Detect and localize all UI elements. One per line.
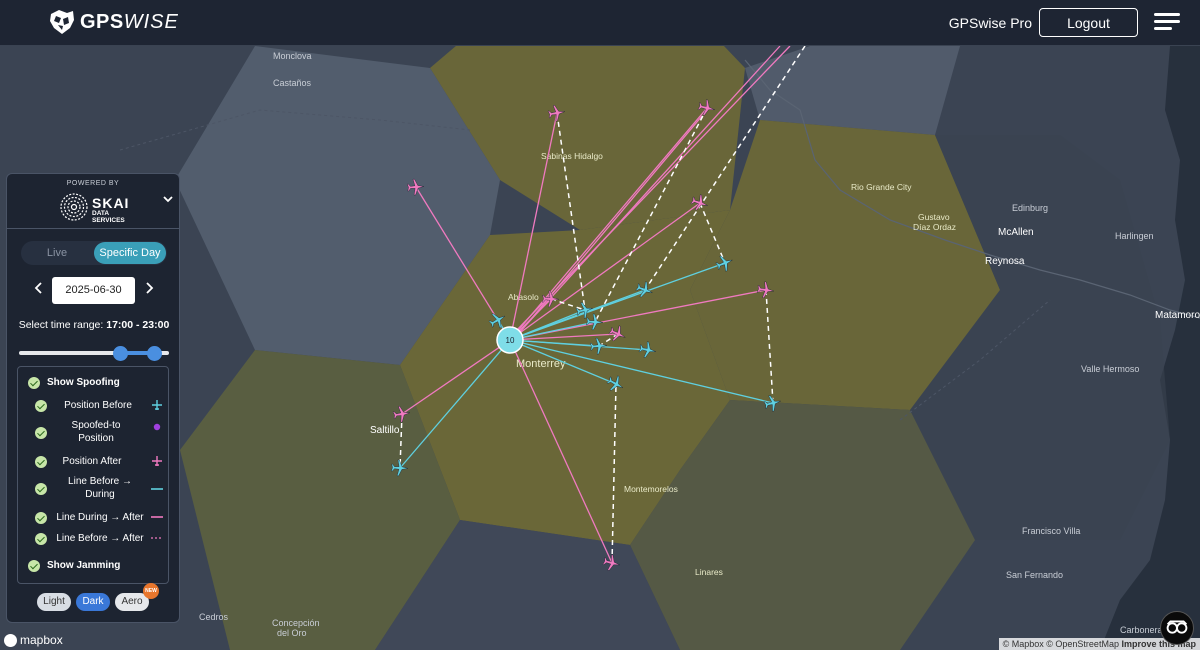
plane-before-icon: [152, 400, 162, 410]
chevron-right-icon[interactable]: [144, 282, 154, 294]
legend-box: Show Spoofing Position Before Spoofed-to…: [17, 366, 169, 584]
show-jamming-label: Show Jamming: [47, 560, 121, 571]
city-francisco-villa: Francisco Villa: [1022, 526, 1080, 536]
spoofed-dot-icon: [153, 423, 161, 431]
city-concepcion-2: del Oro: [277, 628, 307, 638]
city-san-fernando: San Fernando: [1006, 570, 1063, 580]
line-before-after-label: Line Before → After: [56, 533, 144, 544]
plane-after-icon: [152, 456, 162, 466]
cluster-marker[interactable]: 10: [496, 326, 524, 354]
mode-specific-day-tab[interactable]: Specific Day: [94, 242, 166, 264]
position-after-checkbox[interactable]: [35, 456, 47, 468]
position-before-checkbox[interactable]: [35, 400, 47, 412]
line-during-after-label: Line During → After: [56, 512, 144, 523]
city-castanos: Castaños: [273, 78, 312, 88]
brand-name: GPSWISE: [80, 11, 179, 34]
city-reynosa: Reynosa: [985, 256, 1025, 267]
mapbox-logo-icon: [4, 633, 17, 647]
city-concepcion: Concepción: [272, 618, 320, 628]
date-input[interactable]: 2025-06-30: [52, 277, 135, 304]
chevron-left-icon[interactable]: [34, 282, 44, 294]
position-after-label: Position After: [62, 456, 122, 467]
mode-live-tab[interactable]: Live: [21, 241, 93, 265]
gpswise-logo-icon: [50, 10, 74, 34]
line-dashed-icon: [151, 537, 163, 539]
skai-subtitle: DATA SERVICES: [92, 210, 125, 224]
theme-light-button[interactable]: Light: [37, 593, 71, 611]
city-abasolo: Abasolo: [508, 292, 539, 302]
line-during-after-checkbox[interactable]: [35, 512, 47, 524]
city-sabinas: Sabinas Hidalgo: [541, 151, 603, 161]
mapbox-logo-text: mapbox: [20, 633, 63, 647]
city-mcallen: McAllen: [998, 227, 1034, 238]
cluster-count: 10: [506, 336, 515, 345]
time-range-caption: Select time range:: [18, 319, 104, 331]
show-spoofing-checkbox[interactable]: [28, 377, 40, 389]
line-before-during-checkbox[interactable]: [35, 483, 47, 495]
city-matamoros: Matamoros: [1155, 310, 1200, 321]
powered-by-label: POWERED BY: [66, 180, 120, 187]
spoofed-to-label: Spoofed-to Position: [71, 420, 121, 444]
divider: [7, 228, 179, 229]
line-before-during-label: Line Before → During: [68, 476, 132, 500]
spoofed-to-checkbox[interactable]: [35, 427, 47, 439]
position-before-label: Position Before: [64, 400, 132, 411]
line-pink-icon: [151, 516, 163, 518]
map-canvas[interactable]: Monclova Castaños Sabinas Hidalgo Abasol…: [0, 0, 1200, 650]
control-panel: POWERED BY SKAI DATA SERVICES Live Speci…: [6, 173, 180, 623]
brand-logo[interactable]: GPSWISE: [48, 8, 179, 36]
logout-button[interactable]: Logout: [1039, 8, 1138, 37]
city-gustavo: Gustavo: [918, 212, 950, 222]
attribution-mapbox-link[interactable]: © Mapbox: [1003, 639, 1044, 649]
new-badge: NEW: [143, 583, 159, 599]
time-slider-end-handle[interactable]: [147, 346, 162, 361]
time-slider-start-handle[interactable]: [113, 346, 128, 361]
city-saltillo: Saltillo: [370, 425, 400, 436]
line-before-after-checkbox[interactable]: [35, 533, 47, 545]
glasses-icon: [1166, 620, 1188, 634]
city-harlingen: Harlingen: [1115, 231, 1154, 241]
mode-toggle: Live Specific Day: [21, 241, 167, 265]
city-edinburg: Edinburg: [1012, 203, 1048, 213]
time-range-value: 17:00 - 23:00: [106, 319, 170, 331]
skai-logo-icon: [60, 193, 88, 221]
map-view-toggle-button[interactable]: [1160, 611, 1194, 645]
show-spoofing-label: Show Spoofing: [47, 377, 120, 388]
top-bar: GPSWISE GPSwise Pro Logout: [0, 0, 1200, 46]
city-linares: Linares: [695, 567, 723, 577]
brand-name-bold: GPS: [80, 10, 124, 33]
brand-name-light: WISE: [123, 10, 179, 33]
city-monclova: Monclova: [273, 51, 312, 61]
city-rio-grande: Rio Grande City: [851, 182, 912, 192]
attribution-osm-link[interactable]: © OpenStreetMap: [1046, 639, 1119, 649]
line-teal-icon: [151, 488, 163, 490]
time-range-label: Select time range: 17:00 - 23:00: [17, 318, 171, 332]
city-valle-hermoso: Valle Hermoso: [1081, 364, 1139, 374]
chevron-down-icon[interactable]: [162, 193, 174, 205]
show-jamming-checkbox[interactable]: [28, 560, 40, 572]
app-root: Monclova Castaños Sabinas Hidalgo Abasol…: [0, 0, 1200, 650]
mapbox-logo[interactable]: mapbox: [4, 632, 63, 648]
city-montemorelos: Montemorelos: [624, 484, 678, 494]
hamburger-menu-icon[interactable]: [1154, 13, 1180, 33]
theme-dark-button[interactable]: Dark: [76, 593, 110, 611]
pro-link[interactable]: GPSwise Pro: [949, 15, 1032, 31]
skai-name: SKAI: [92, 195, 130, 211]
city-cedros: Cedros: [199, 612, 229, 622]
city-gustavo-2: Díaz Ordaz: [913, 222, 956, 232]
